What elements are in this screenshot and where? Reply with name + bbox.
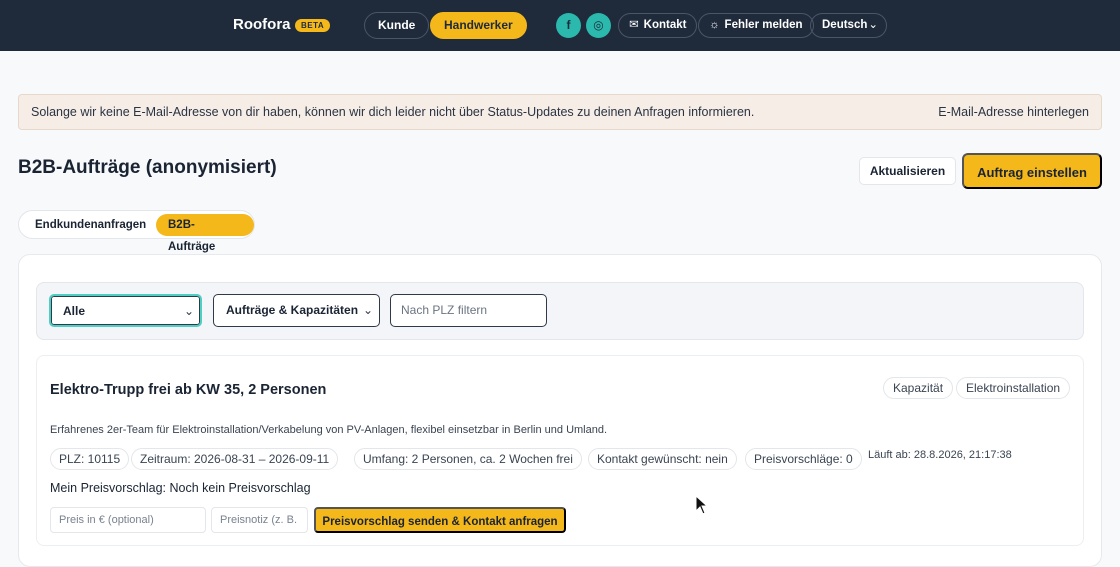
chevron-down-icon: ⌄: [183, 304, 194, 318]
type-filter-value: Aufträge & Kapazitäten: [226, 303, 359, 317]
brand-logo[interactable]: Roofora: [233, 16, 291, 33]
add-email-link[interactable]: E-Mail-Adresse hinterlegen: [938, 105, 1089, 119]
chevron-down-icon: ⌄: [868, 19, 878, 31]
create-order-button[interactable]: Auftrag einstellen: [962, 153, 1102, 189]
mouse-cursor-icon: [695, 495, 709, 515]
status-filter-value: Alle: [63, 304, 86, 318]
email-notice-banner: Solange wir keine E-Mail-Adresse von dir…: [18, 94, 1102, 130]
refresh-button[interactable]: Aktualisieren: [859, 157, 956, 185]
plz-filter-input[interactable]: Nach PLZ filtern: [390, 294, 547, 327]
tag-category: Elektroinstallation: [956, 377, 1071, 399]
facebook-icon[interactable]: f: [556, 13, 581, 38]
tab-endkundenanfragen[interactable]: Endkundenanfragen: [23, 214, 158, 236]
report-bug-button[interactable]: ☼ Fehler melden: [698, 13, 814, 38]
expiry-date: Läuft ab: 28.8.2026, 21:17:38: [868, 449, 1012, 461]
mail-icon: ✉: [629, 19, 639, 31]
chevron-down-icon: ⌄: [362, 303, 373, 317]
chip-contact: Kontakt gewünscht: nein: [588, 448, 737, 470]
send-offer-button[interactable]: Preisvorschlag senden & Kontakt anfragen: [314, 507, 566, 533]
order-card-title: Elektro-Trupp frei ab KW 35, 2 Personen: [50, 382, 327, 398]
price-note-input[interactable]: Preisnotiz (z. B.: [211, 507, 308, 533]
chip-period: Zeitraum: 2026-08-31 – 2026-09-11: [131, 448, 339, 470]
nav-handwerker-button[interactable]: Handwerker: [430, 12, 527, 39]
chip-plz: PLZ: 10115: [50, 448, 130, 470]
status-filter-select[interactable]: Alle ⌄: [49, 294, 202, 327]
type-filter-select[interactable]: Aufträge & Kapazitäten ⌄: [213, 294, 380, 327]
beta-badge: BETA: [295, 19, 331, 32]
order-description: Erfahrenes 2er-Team für Elektroinstallat…: [50, 424, 608, 436]
language-label: Deutsch: [822, 19, 868, 31]
request-type-tabs: Endkundenanfragen B2B-Aufträge: [18, 210, 255, 253]
chip-scope: Umfang: 2 Personen, ca. 2 Wochen frei: [354, 448, 582, 470]
my-offer-status: Mein Preisvorschlag: Noch kein Preisvors…: [50, 481, 311, 495]
instagram-icon[interactable]: ◎: [586, 13, 611, 38]
contact-button[interactable]: ✉ Kontakt: [618, 13, 698, 38]
report-label: Fehler melden: [724, 19, 803, 31]
tag-type: Kapazität: [883, 377, 954, 399]
notice-message: Solange wir keine E-Mail-Adresse von dir…: [31, 105, 755, 119]
price-input[interactable]: Preis in € (optional): [50, 507, 206, 533]
page-title: B2B-Aufträge (anonymisiert): [18, 157, 277, 178]
top-navigation-bar: Roofora BETA Kunde Handwerker f ◎ ✉ Konta…: [0, 0, 1120, 51]
language-select[interactable]: Deutsch ⌄: [810, 13, 887, 38]
contact-label: Kontakt: [643, 19, 687, 31]
nav-kunde-button[interactable]: Kunde: [364, 12, 430, 39]
chip-offer-count: Preisvorschläge: 0: [745, 448, 862, 470]
bug-icon: ☼: [709, 19, 720, 31]
tab-b2b-auftraege[interactable]: B2B-Aufträge: [156, 214, 254, 253]
